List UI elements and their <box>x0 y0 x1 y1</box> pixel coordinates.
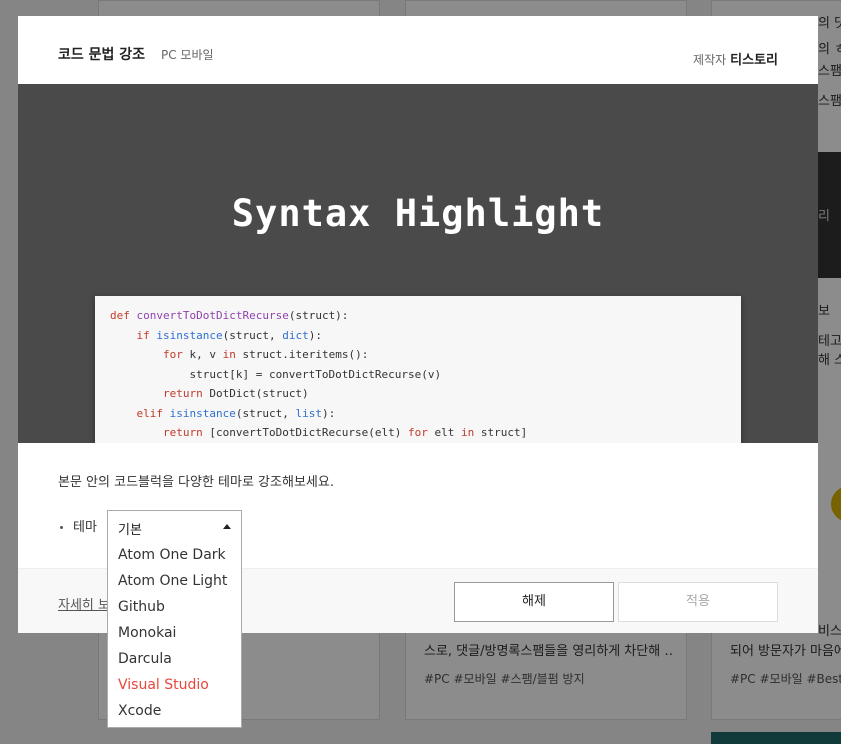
code-line: for k, v in struct.iteritems(): <box>110 345 726 365</box>
code-token: if <box>136 328 157 342</box>
theme-option[interactable]: Monokai <box>108 620 241 646</box>
modal-title: 코드 문법 강조 <box>58 47 146 63</box>
modal-platform: PC 모바일 <box>161 48 214 62</box>
theme-label: 테마 <box>73 520 97 535</box>
theme-select[interactable]: 기본 <box>107 510 242 543</box>
code-token: in <box>222 348 243 361</box>
code-token: convertToDotDictRecurse <box>136 309 289 322</box>
theme-option[interactable]: Visual Studio <box>108 672 241 698</box>
code-token: elt <box>434 426 462 439</box>
theme-option[interactable]: Github <box>108 594 241 620</box>
code-token: in <box>461 426 481 439</box>
code-token: struct] <box>480 426 528 439</box>
code-token: return <box>162 426 210 439</box>
code-line: return [convertToDotDictRecurse(elt) for… <box>110 423 726 443</box>
code-token: isinstance <box>156 328 223 342</box>
code-token: for <box>162 348 190 361</box>
caret-up-icon <box>223 524 231 529</box>
code-token: for <box>408 426 435 439</box>
apply-button[interactable]: 적용 <box>618 582 778 622</box>
code-line: def convertToDotDictRecurse(struct): <box>110 306 726 326</box>
maker-info: 제작자 티스토리 <box>693 49 778 68</box>
code-token: (struct): <box>288 309 349 322</box>
theme-setting: 테마 <box>60 516 97 535</box>
code-token: [convertToDotDictRecurse(elt) <box>209 426 409 439</box>
code-token: def <box>110 309 137 322</box>
theme-option[interactable]: Xcode <box>108 698 241 724</box>
preview-title: Syntax Highlight <box>231 192 605 235</box>
code-token: dict <box>282 328 309 342</box>
code-token: isinstance <box>169 406 236 420</box>
code-token: return <box>162 387 210 400</box>
code-token: (struct, <box>235 406 296 420</box>
code-sample: def convertToDotDictRecurse(struct): if … <box>95 296 741 443</box>
code-line: elif isinstance(struct, list): <box>110 404 726 424</box>
code-line: return DotDict(struct) <box>110 384 726 404</box>
theme-option[interactable]: Atom One Dark <box>108 542 241 568</box>
preview-image: Syntax Highlight def convertToDotDictRec… <box>18 84 818 443</box>
code-token: (struct, <box>222 328 283 342</box>
code-line: if isinstance(struct, dict): <box>110 326 726 346</box>
bullet <box>60 526 63 529</box>
theme-option[interactable]: Darcula <box>108 646 241 672</box>
code-line: struct[k] = convertToDotDictRecurse(v) <box>110 365 726 385</box>
code-token: list <box>295 406 322 420</box>
maker-name: 티스토리 <box>730 53 778 68</box>
code-token: elif <box>136 406 170 420</box>
theme-option[interactable]: Atom One Light <box>108 568 241 594</box>
code-token: ): <box>308 328 322 342</box>
code-token: struct.iteritems(): <box>242 348 369 361</box>
release-button[interactable]: 해제 <box>454 582 614 622</box>
code-token: ): <box>321 406 336 420</box>
code-token: DotDict(struct) <box>209 387 309 400</box>
theme-select-value: 기본 <box>118 523 142 538</box>
plugin-description: 본문 안의 코드블럭을 다양한 테마로 강조해보세요. <box>58 475 334 490</box>
theme-options-list: Atom One Dark Atom One Light Github Monokai… <box>107 540 242 728</box>
modal-header: 코드 문법 강조 PC 모바일 제작자 티스토리 <box>18 16 818 84</box>
code-token: k, v <box>189 348 223 361</box>
maker-label: 제작자 <box>693 53 727 67</box>
code-token: struct[k] = convertToDotDictRecurse(v) <box>110 367 442 381</box>
